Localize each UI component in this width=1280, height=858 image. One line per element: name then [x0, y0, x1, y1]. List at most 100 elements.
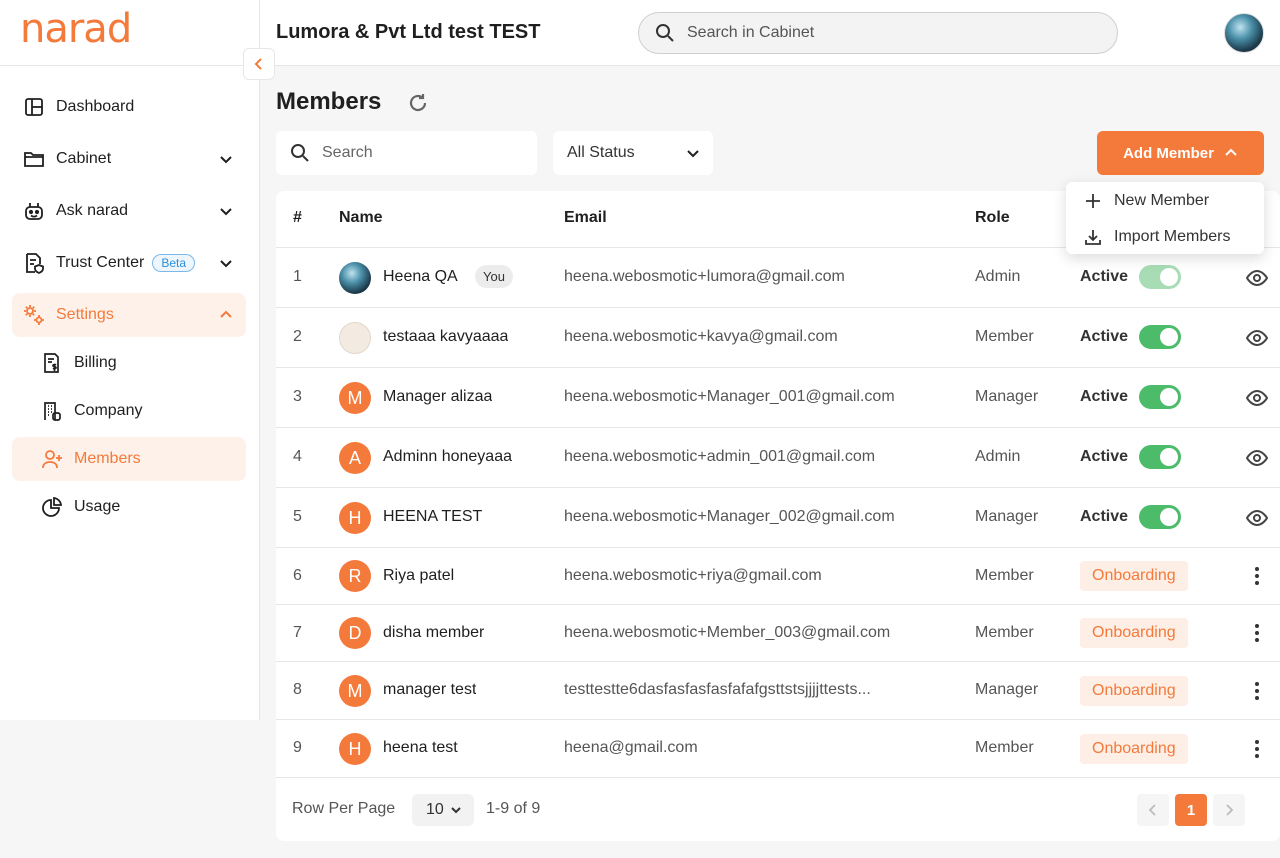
- sidebar-item-label: Trust Center: [56, 254, 145, 271]
- column-header-name[interactable]: Name: [339, 209, 383, 227]
- collapse-sidebar-button[interactable]: [243, 48, 275, 80]
- member-name: heena test: [383, 739, 458, 756]
- page-button-current[interactable]: 1: [1175, 794, 1207, 826]
- kebab-menu-icon[interactable]: [1254, 566, 1260, 586]
- sidebar-item-label: Ask narad: [56, 202, 129, 219]
- pagination-range: 1-9 of 9: [486, 800, 541, 817]
- member-name: manager test: [383, 681, 477, 698]
- member-email: heena@gmail.com: [564, 739, 698, 756]
- global-search-input[interactable]: [687, 24, 1087, 42]
- global-search[interactable]: [638, 12, 1118, 54]
- sidebar-item-usage[interactable]: Usage: [30, 485, 246, 529]
- chevron-down-icon: [687, 150, 699, 158]
- row-number: 8: [293, 681, 302, 698]
- chevron-down-icon[interactable]: [218, 151, 234, 167]
- sidebar-item-trust-center[interactable]: Trust Center Beta: [12, 241, 246, 285]
- onboarding-badge: Onboarding: [1080, 676, 1188, 706]
- member-name: HEENA TEST: [383, 508, 483, 525]
- status-text: Active: [1080, 388, 1129, 405]
- rows-per-page-value: 10: [426, 801, 444, 818]
- column-header-role[interactable]: Role: [975, 209, 1010, 227]
- eye-icon[interactable]: [1246, 267, 1268, 289]
- chevron-right-icon: [1226, 804, 1234, 816]
- table-row[interactable]: 9 H heena test heena@gmail.com Member On…: [276, 720, 1280, 778]
- member-name: Riya patel: [383, 567, 455, 584]
- sidebar-item-dashboard[interactable]: Dashboard: [12, 85, 246, 129]
- sidebar-item-settings[interactable]: Settings: [12, 293, 246, 337]
- eye-icon[interactable]: [1246, 327, 1268, 349]
- member-role: Admin: [975, 448, 1021, 465]
- table-row[interactable]: 7 D disha member heena.webosmotic+Member…: [276, 605, 1280, 662]
- search-icon: [291, 144, 309, 162]
- chevron-down-icon[interactable]: [218, 255, 234, 271]
- user-avatar[interactable]: [1224, 13, 1264, 53]
- member-email: heena.webosmotic+riya@gmail.com: [564, 567, 822, 584]
- table-row[interactable]: 5 H HEENA TEST heena.webosmotic+Manager_…: [276, 488, 1280, 548]
- column-header-email[interactable]: Email: [564, 209, 607, 227]
- import-members-menu-item[interactable]: Import Members: [1084, 225, 1230, 249]
- kebab-menu-icon[interactable]: [1254, 681, 1260, 701]
- refresh-icon[interactable]: [406, 91, 430, 115]
- member-search[interactable]: [276, 131, 537, 175]
- sidebar-item-label: Dashboard: [56, 98, 135, 115]
- kebab-menu-icon[interactable]: [1254, 739, 1260, 759]
- member-search-input[interactable]: [322, 144, 522, 162]
- table-row[interactable]: 4 A Adminn honeyaaa heena.webosmotic+adm…: [276, 428, 1280, 488]
- member-email: testtestte6dasfasfasfasfafafgsttstsjjjjt…: [564, 681, 871, 698]
- chevron-up-icon[interactable]: [218, 307, 234, 323]
- avatar: D: [339, 617, 371, 649]
- table-row[interactable]: 1 Heena QA You heena.webosmotic+lumora@g…: [276, 248, 1280, 308]
- member-email: heena.webosmotic+Member_003@gmail.com: [564, 624, 891, 641]
- status-toggle[interactable]: [1139, 505, 1181, 529]
- page-title: Members: [276, 88, 382, 115]
- sidebar-item-members[interactable]: Members: [12, 437, 246, 481]
- new-member-menu-item[interactable]: New Member: [1084, 189, 1209, 213]
- chevron-down-icon[interactable]: [218, 203, 234, 219]
- status-text: Active: [1080, 328, 1129, 345]
- menu-item-label: Import Members: [1114, 228, 1231, 245]
- table-row[interactable]: 3 M Manager alizaa heena.webosmotic+Mana…: [276, 368, 1280, 428]
- narad-logo[interactable]: narad: [20, 6, 132, 52]
- sidebar-item-billing[interactable]: Billing: [30, 341, 246, 385]
- rows-per-page-select[interactable]: 10: [412, 794, 474, 826]
- eye-icon[interactable]: [1246, 387, 1268, 409]
- organization-title: Lumora & Pvt Ltd test TEST: [276, 21, 541, 43]
- next-page-button[interactable]: [1213, 794, 1245, 826]
- you-badge: You: [475, 265, 513, 288]
- table-row[interactable]: 2 testaaa kavyaaaa heena.webosmotic+kavy…: [276, 308, 1280, 368]
- eye-icon[interactable]: [1246, 507, 1268, 529]
- member-email: heena.webosmotic+admin_001@gmail.com: [564, 448, 876, 465]
- table-row[interactable]: 6 R Riya patel heena.webosmotic+riya@gma…: [276, 548, 1280, 605]
- avatar: M: [339, 675, 371, 707]
- sidebar-item-company[interactable]: Company: [30, 389, 246, 433]
- status-toggle: [1139, 265, 1181, 289]
- previous-page-button[interactable]: [1137, 794, 1169, 826]
- table-row[interactable]: 8 M manager test testtestte6dasfasfasfas…: [276, 662, 1280, 720]
- status-toggle[interactable]: [1139, 445, 1181, 469]
- sidebar-item-cabinet[interactable]: Cabinet: [12, 137, 246, 181]
- row-number: 3: [293, 388, 302, 405]
- status-toggle[interactable]: [1139, 385, 1181, 409]
- member-email: heena.webosmotic+Manager_002@gmail.com: [564, 508, 895, 525]
- member-name: disha member: [383, 624, 485, 641]
- avatar: [339, 322, 371, 354]
- status-filter-select[interactable]: All Status: [553, 131, 713, 175]
- member-name: Heena QA: [383, 268, 458, 285]
- user-plus-icon: [40, 447, 64, 471]
- download-icon: [1085, 230, 1101, 245]
- sidebar-item-label: Company: [74, 402, 143, 419]
- column-header-number: #: [293, 209, 302, 226]
- dashboard-icon: [22, 95, 46, 119]
- row-number: 5: [293, 508, 302, 525]
- avatar: M: [339, 382, 371, 414]
- kebab-menu-icon[interactable]: [1254, 623, 1260, 643]
- eye-icon[interactable]: [1246, 447, 1268, 469]
- sidebar-item-ask-narad[interactable]: Ask narad: [12, 189, 246, 233]
- status-toggle[interactable]: [1139, 325, 1181, 349]
- avatar: A: [339, 442, 371, 474]
- member-name: Adminn honeyaaa: [383, 448, 512, 465]
- status-text: Active: [1080, 508, 1129, 525]
- chevron-left-icon: [254, 58, 262, 70]
- add-member-button[interactable]: Add Member: [1097, 131, 1264, 175]
- beta-badge: Beta: [152, 254, 196, 272]
